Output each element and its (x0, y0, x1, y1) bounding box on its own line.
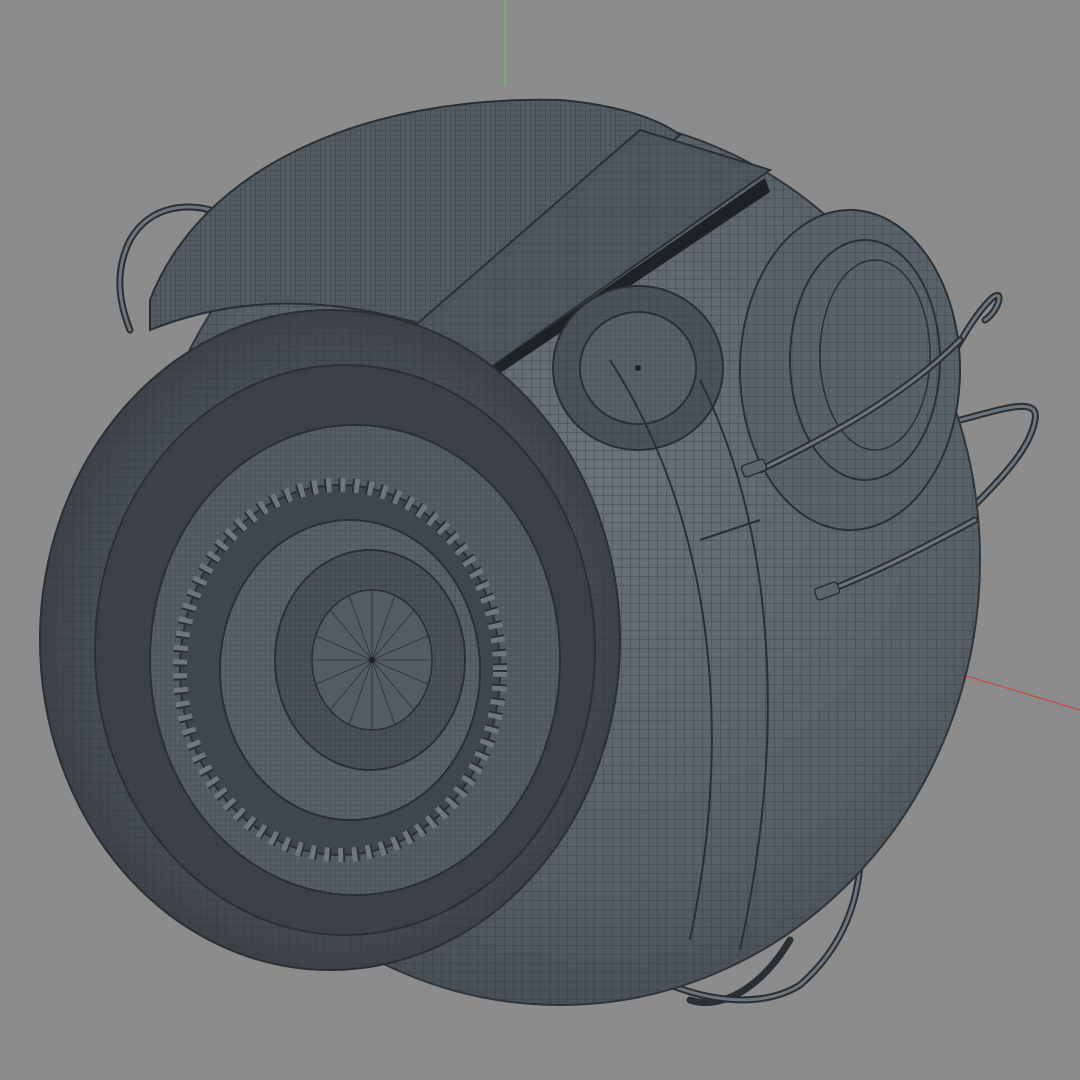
central-lens (274, 549, 466, 771)
side-eye-socket (552, 285, 724, 451)
3d-viewport[interactable] (0, 0, 1080, 1080)
viewport-canvas[interactable] (0, 0, 1080, 1080)
robot-model[interactable] (39, 98, 1039, 1006)
